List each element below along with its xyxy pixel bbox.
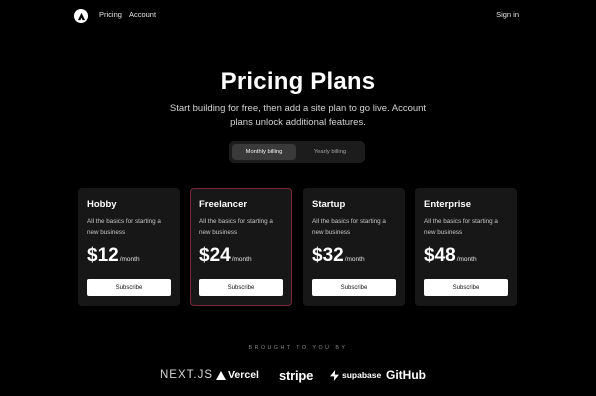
price-amount: $32 — [312, 245, 344, 266]
plan-card-hobby: Hobby All the basics for starting a new … — [78, 188, 180, 306]
plan-description: All the basics for starting a new busine… — [199, 218, 273, 236]
nav-links: Pricing Account — [99, 10, 156, 19]
price-amount: $24 — [199, 245, 231, 266]
plan-card-startup: Startup All the basics for starting a ne… — [303, 188, 405, 306]
price-period: /month — [344, 256, 365, 263]
plan-description: All the basics for starting a new busine… — [87, 218, 161, 236]
plan-card-enterprise: Enterprise All the basics for starting a… — [415, 188, 517, 306]
plan-price: $24 /month — [199, 245, 283, 267]
logo-icon[interactable] — [74, 9, 88, 23]
nav-link-pricing[interactable]: Pricing — [99, 10, 122, 19]
price-amount: $12 — [87, 245, 119, 266]
subscribe-button-enterprise[interactable]: Subscribe — [424, 279, 508, 296]
subscribe-button-hobby[interactable]: Subscribe — [87, 279, 171, 296]
vercel-wordmark: Vercel — [228, 369, 259, 381]
github-logo[interactable]: GitHub — [386, 365, 426, 385]
plan-name: Hobby — [87, 199, 117, 210]
price-period: /month — [456, 256, 477, 263]
plan-description: All the basics for starting a new busine… — [424, 218, 498, 236]
plan-price: $12 /month — [87, 245, 171, 267]
plan-card-freelancer: Freelancer All the basics for starting a… — [190, 188, 292, 306]
plan-name: Freelancer — [199, 199, 248, 210]
plan-description: All the basics for starting a new busine… — [312, 218, 386, 236]
page-subtitle: Start building for free, then add a site… — [169, 103, 427, 128]
billing-toggle: Monthly billing Yearly billing — [229, 141, 365, 163]
price-period: /month — [119, 256, 140, 263]
plan-price: $48 /month — [424, 245, 508, 267]
subscribe-button-startup[interactable]: Subscribe — [312, 279, 396, 296]
price-amount: $48 — [424, 245, 456, 266]
subscribe-button-freelancer[interactable]: Subscribe — [199, 279, 283, 296]
nextjs-logo[interactable]: NEXT.JS — [160, 365, 213, 385]
supabase-logo[interactable]: supabase — [330, 365, 381, 385]
sign-in-link[interactable]: Sign in — [496, 10, 519, 19]
stripe-logo[interactable]: stripe — [279, 365, 313, 385]
plan-name: Enterprise — [424, 199, 471, 210]
yearly-billing-button[interactable]: Yearly billing — [298, 144, 362, 160]
vercel-logo[interactable]: Vercel — [216, 365, 259, 385]
monthly-billing-button[interactable]: Monthly billing — [232, 144, 296, 160]
nav-link-account[interactable]: Account — [129, 10, 156, 19]
sponsors-heading: BROUGHT TO YOU BY — [248, 345, 348, 351]
sponsor-logos: NEXT.JS Vercel stripe supabase GitHub — [160, 365, 436, 385]
top-nav: Pricing Account Sign in — [0, 0, 596, 32]
page-title: Pricing Plans — [220, 68, 376, 95]
price-period: /month — [231, 256, 252, 263]
supabase-wordmark: supabase — [342, 370, 382, 380]
plan-name: Startup — [312, 199, 346, 210]
vercel-triangle-icon — [216, 370, 226, 380]
pricing-plans: Hobby All the basics for starting a new … — [78, 188, 518, 306]
supabase-bolt-icon — [330, 369, 339, 381]
plan-price: $32 /month — [312, 245, 396, 267]
